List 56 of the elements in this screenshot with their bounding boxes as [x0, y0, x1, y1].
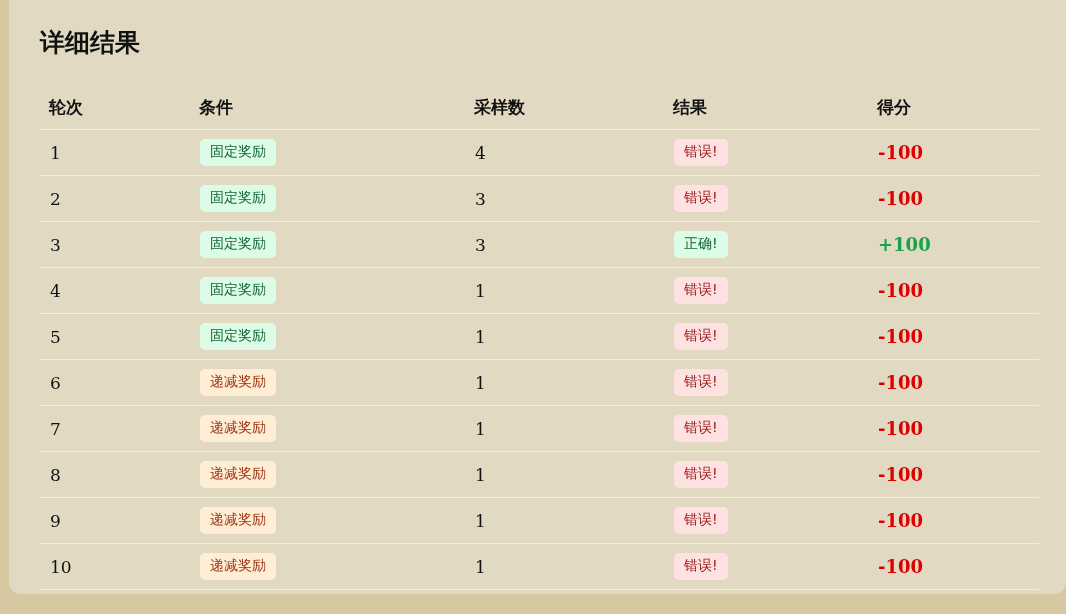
condition-tag: 固定奖励	[200, 323, 276, 350]
score-value: -100	[878, 372, 924, 393]
score-value: -100	[878, 556, 924, 577]
section-title: 详细结果	[40, 27, 141, 59]
round-number: 4	[50, 280, 61, 301]
score-value: -100	[878, 464, 924, 485]
round-number: 3	[50, 234, 61, 255]
round-number: 8	[50, 464, 61, 485]
score-value: -100	[878, 326, 924, 347]
sample-count: 1	[475, 556, 486, 577]
sample-count: 1	[475, 510, 486, 531]
condition-tag: 固定奖励	[200, 139, 276, 166]
result-tag: 错误!	[674, 507, 728, 534]
result-tag: 正确!	[674, 231, 728, 258]
result-tag: 错误!	[674, 277, 728, 304]
score-value: +100	[878, 234, 931, 255]
round-number: 2	[50, 188, 61, 209]
condition-tag: 固定奖励	[200, 277, 276, 304]
result-tag: 错误!	[674, 323, 728, 350]
score-value: -100	[878, 418, 924, 439]
score-value: -100	[878, 188, 924, 209]
result-tag: 错误!	[674, 415, 728, 442]
column-header: 结果	[664, 85, 868, 130]
round-number: 7	[50, 418, 61, 439]
condition-tag: 递减奖励	[200, 415, 276, 442]
round-number: 1	[50, 142, 61, 163]
round-number: 10	[50, 556, 72, 577]
result-tag: 错误!	[674, 461, 728, 488]
round-number: 6	[50, 372, 61, 393]
sample-count: 1	[475, 464, 486, 485]
result-tag: 错误!	[674, 139, 728, 166]
condition-tag: 递减奖励	[200, 553, 276, 580]
score-value: -100	[878, 510, 924, 531]
condition-tag: 固定奖励	[200, 231, 276, 258]
result-tag: 错误!	[674, 553, 728, 580]
score-value: -100	[878, 280, 924, 301]
sample-count: 1	[475, 418, 486, 439]
result-tag: 错误!	[674, 369, 728, 396]
sample-count: 1	[475, 326, 486, 347]
condition-tag: 递减奖励	[200, 507, 276, 534]
column-header: 轮次	[40, 85, 190, 130]
condition-tag: 递减奖励	[200, 369, 276, 396]
sample-count: 1	[475, 372, 486, 393]
condition-tag: 固定奖励	[200, 185, 276, 212]
condition-tag: 递减奖励	[200, 461, 276, 488]
score-value: -100	[878, 142, 924, 163]
sample-count: 3	[475, 188, 486, 209]
column-header: 条件	[190, 85, 465, 130]
round-number: 9	[50, 510, 61, 531]
sample-count: 3	[475, 234, 486, 255]
sample-count: 1	[475, 280, 486, 301]
sample-count: 4	[475, 142, 486, 163]
column-header: 得分	[868, 85, 1039, 130]
column-header: 采样数	[465, 85, 664, 130]
result-tag: 错误!	[674, 185, 728, 212]
round-number: 5	[50, 326, 61, 347]
